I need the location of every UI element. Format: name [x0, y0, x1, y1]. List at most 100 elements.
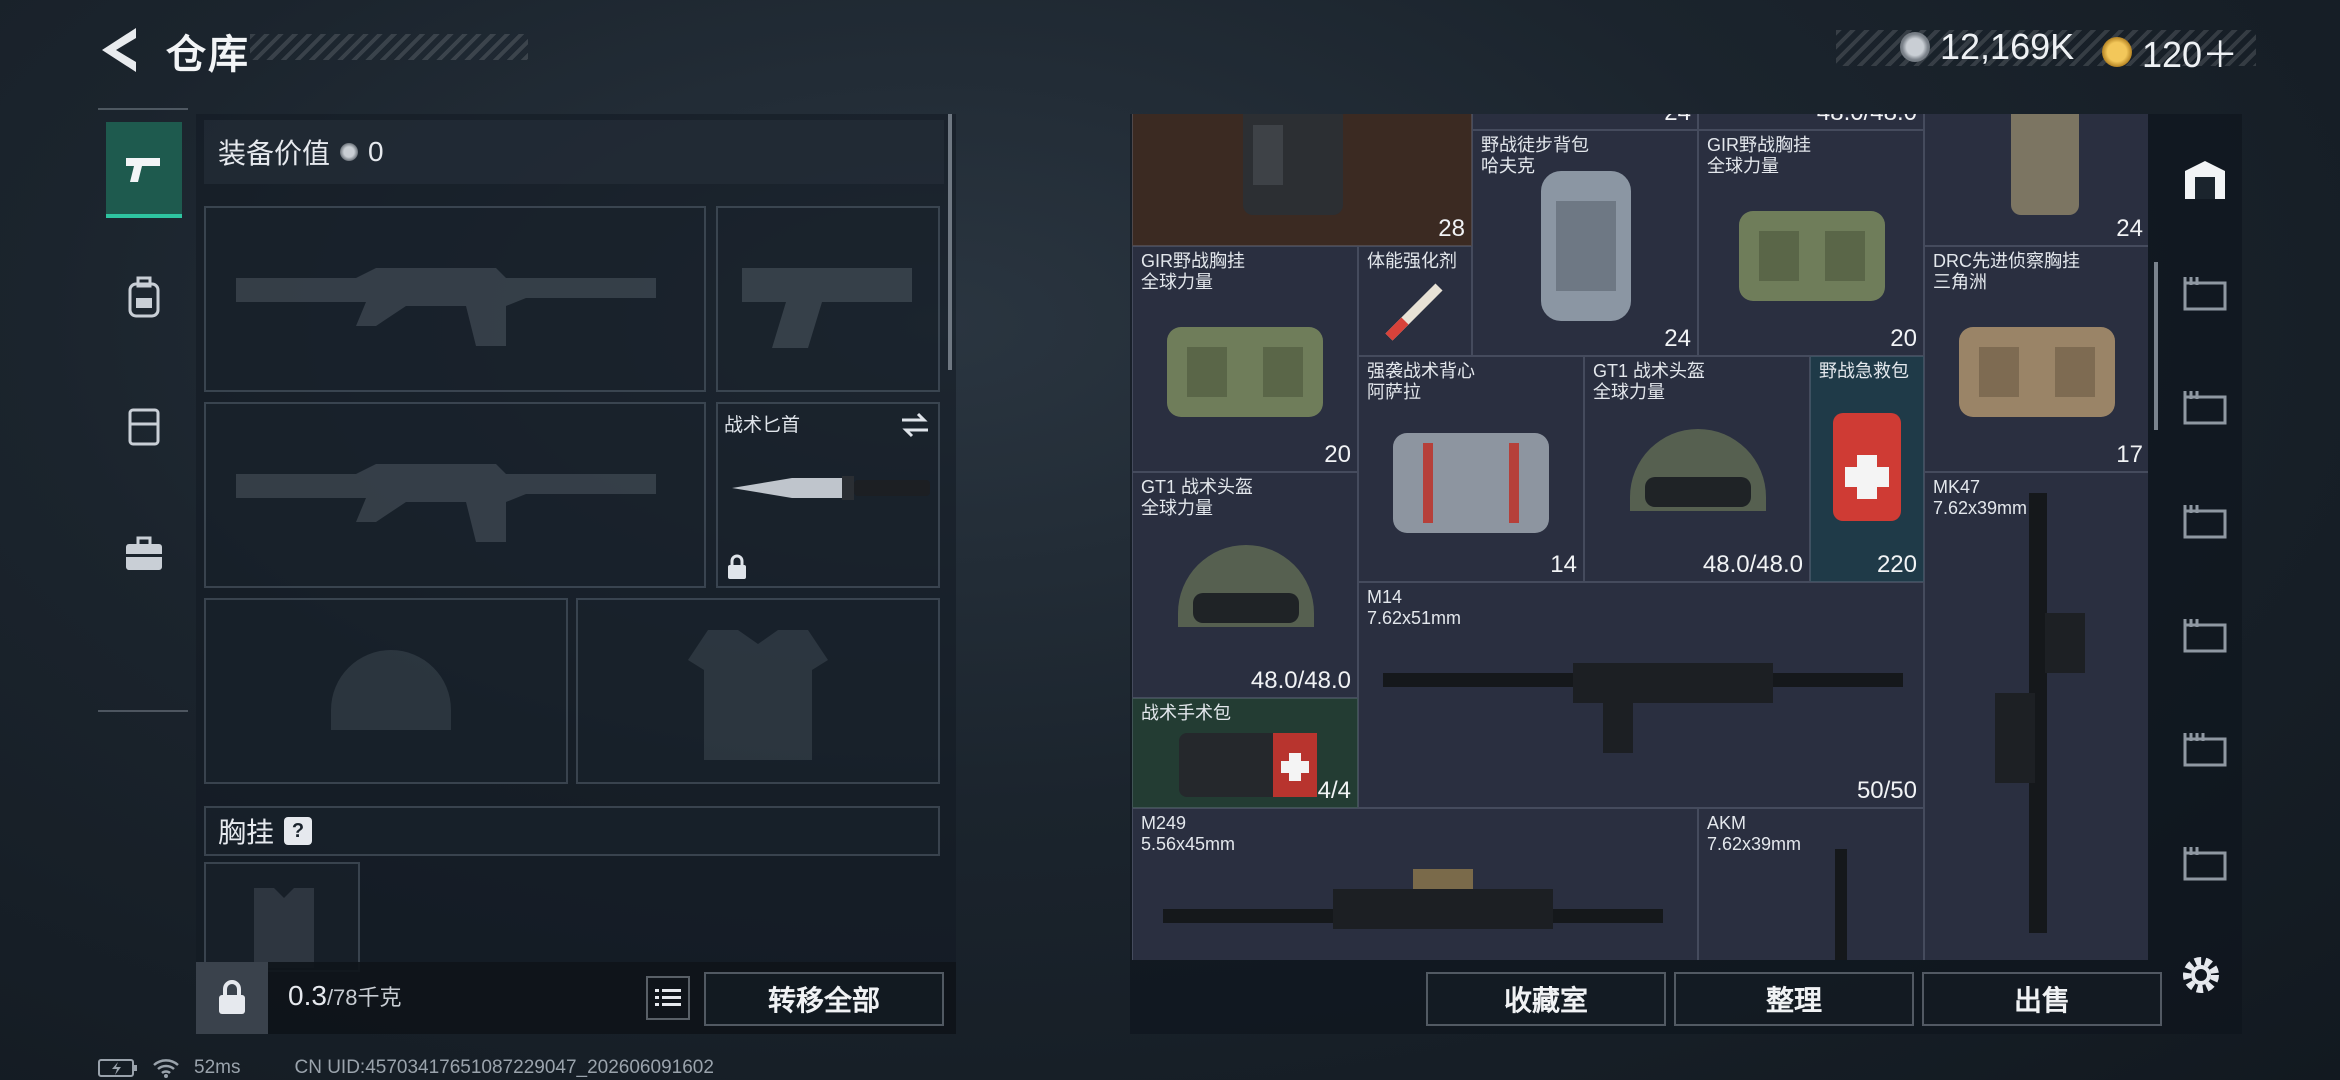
nav-storage-6[interactable]: [2172, 828, 2238, 898]
tactical-vest-icon: [1393, 433, 1549, 533]
currency-primary: 12,169K: [1900, 26, 2074, 68]
item-count: 28: [1438, 215, 1465, 242]
item-count: 4/4: [1317, 777, 1351, 804]
wifi-icon: [153, 1059, 179, 1078]
capacity-bar: 0.3/78千克 转移全部: [196, 962, 956, 1034]
back-button[interactable]: [96, 24, 144, 76]
uid-text: CN UID:45703417651087229047_202606091602: [294, 1057, 714, 1078]
sidearm-slot[interactable]: [716, 206, 940, 392]
nav-weapons[interactable]: [106, 122, 182, 218]
grid-item[interactable]: GT1 战术头盔 全球力量 48.0/48.0: [1584, 356, 1810, 582]
inventory-grid: 24 48.0/48.0 28 野战徒步背包 哈夫克 24 GIR野战胸挂 全球…: [1132, 114, 2148, 960]
item-count: 24: [1664, 325, 1691, 352]
item-name: AKM 7.62x39mm: [1707, 813, 1802, 854]
currency-primary-value: 12,169K: [1940, 26, 2075, 67]
grid-item[interactable]: 28: [1132, 114, 1472, 246]
capacity-lock-button[interactable]: [196, 962, 268, 1034]
nav-bags[interactable]: [106, 378, 182, 474]
collection-room-button[interactable]: 收藏室: [1426, 972, 1666, 1026]
item-count: 24: [2116, 215, 2143, 242]
item-durability: 48.0/48.0: [1817, 114, 1917, 127]
back-arrow-icon: [102, 28, 136, 72]
helmet-item-icon: [1630, 429, 1766, 511]
grid-scrollbar[interactable]: [2154, 262, 2158, 430]
grid-item[interactable]: 体能强化剂: [1358, 246, 1472, 356]
sell-button[interactable]: 出售: [1922, 972, 2162, 1026]
grid-item[interactable]: 野战急救包 220: [1810, 356, 1924, 582]
item-count: 220: [1876, 551, 1917, 578]
capacity-total: /78千克: [326, 985, 402, 1010]
equipment-panel: 装备价值 0 战术匕首 胸挂 ?: [196, 114, 956, 1034]
grid-item[interactable]: GIR野战胸挂 全球力量 20: [1698, 130, 1924, 356]
nav-storage-1[interactable]: [2172, 258, 2238, 328]
grid-item[interactable]: MK47 7.62x39mm: [1924, 472, 2148, 960]
grid-item[interactable]: 强袭战术背心 阿萨拉 14: [1358, 356, 1584, 582]
helmet-silhouette-icon: [331, 650, 451, 730]
syringe-icon: [1385, 283, 1443, 341]
list-icon: [655, 989, 681, 1006]
item-name: GIR野战胸挂 全球力量: [1707, 135, 1812, 176]
nav-storage-5[interactable]: [2172, 714, 2238, 784]
helmet-slot[interactable]: [204, 598, 568, 784]
help-icon[interactable]: ?: [284, 817, 313, 845]
gold-triangle-icon: [2102, 37, 2132, 67]
rifle-item-icon: [1995, 493, 2085, 933]
nav-cases[interactable]: [106, 506, 182, 602]
list-view-button[interactable]: [646, 976, 690, 1020]
item-name: M249 5.56x45mm: [1141, 813, 1236, 854]
chest-rig-item-icon: [1739, 211, 1885, 301]
lock-icon: [219, 980, 245, 1014]
chest-rig-slot[interactable]: [204, 862, 360, 972]
capacity-text: 0.3/78千克: [288, 980, 402, 1012]
item-name: M14 7.62x51mm: [1367, 587, 1462, 628]
equipment-value-label: 装备价值: [218, 138, 331, 169]
rifle-silhouette-icon: [236, 268, 656, 346]
title-decoration: [250, 34, 528, 60]
grid-item[interactable]: 战术手术包 4/4: [1132, 698, 1358, 808]
panel-scrollbar[interactable]: [948, 114, 952, 370]
rifle-item-icon: [1835, 849, 1847, 960]
storage-box-icon: [2183, 847, 2227, 881]
grid-item-top-mid[interactable]: 24: [1472, 114, 1698, 130]
settings-button[interactable]: [2178, 952, 2224, 998]
grid-item[interactable]: 野战徒步背包 哈夫克 24: [1472, 130, 1698, 356]
equipment-value: 0: [368, 136, 384, 167]
nav-all-items[interactable]: [2172, 144, 2238, 214]
grid-item[interactable]: GT1 战术头盔 全球力量 48.0/48.0: [1132, 472, 1358, 698]
grid-item[interactable]: GIR野战胸挂 全球力量 20: [1132, 246, 1358, 472]
gear-icon: [2183, 957, 2219, 993]
nav-armor[interactable]: [106, 250, 182, 346]
storage-box-icon: [2183, 619, 2227, 653]
currency-secondary[interactable]: 120＋: [2102, 26, 2238, 78]
item-count: 20: [1324, 441, 1351, 468]
grid-item[interactable]: DRC先进侦察胸挂 三角洲 17: [1924, 246, 2148, 472]
swap-icon[interactable]: [900, 412, 930, 438]
secondary-weapon-slot[interactable]: [204, 402, 706, 588]
grid-item[interactable]: M14 7.62x51mm 50/50: [1358, 582, 1924, 808]
knife-slot[interactable]: 战术匕首: [716, 402, 940, 588]
grid-item[interactable]: AKM 7.62x39mm: [1698, 808, 1924, 960]
chest-rig-label: 胸挂: [218, 817, 275, 848]
transfer-all-button[interactable]: 转移全部: [704, 972, 944, 1026]
primary-weapon-slot[interactable]: [204, 206, 706, 392]
vest-item-icon: [2011, 114, 2079, 215]
armor-silhouette-icon: [688, 630, 828, 760]
grid-item[interactable]: M249 5.56x45mm: [1132, 808, 1698, 960]
grid-item-top-right[interactable]: 48.0/48.0: [1698, 114, 1924, 130]
body-armor-slot[interactable]: [576, 598, 940, 784]
knife-icon: [732, 476, 930, 500]
item-durability: 48.0/48.0: [1250, 667, 1351, 694]
sort-button[interactable]: 整理: [1674, 972, 1914, 1026]
nav-storage-3[interactable]: [2172, 486, 2238, 556]
backpack-icon: [128, 276, 160, 318]
storage-box-icon: [2183, 391, 2227, 425]
nav-storage-2[interactable]: [2172, 372, 2238, 442]
item-durability: 48.0/48.0: [1702, 551, 1803, 578]
nav-storage-4[interactable]: [2172, 600, 2238, 670]
grid-item[interactable]: 24: [1924, 114, 2148, 246]
hiking-backpack-icon: [1541, 171, 1631, 321]
right-nav: [2168, 114, 2242, 960]
backpack-item-icon: [1243, 114, 1343, 215]
storage-box-icon: [2183, 733, 2227, 767]
coin-icon: [1900, 32, 1930, 62]
